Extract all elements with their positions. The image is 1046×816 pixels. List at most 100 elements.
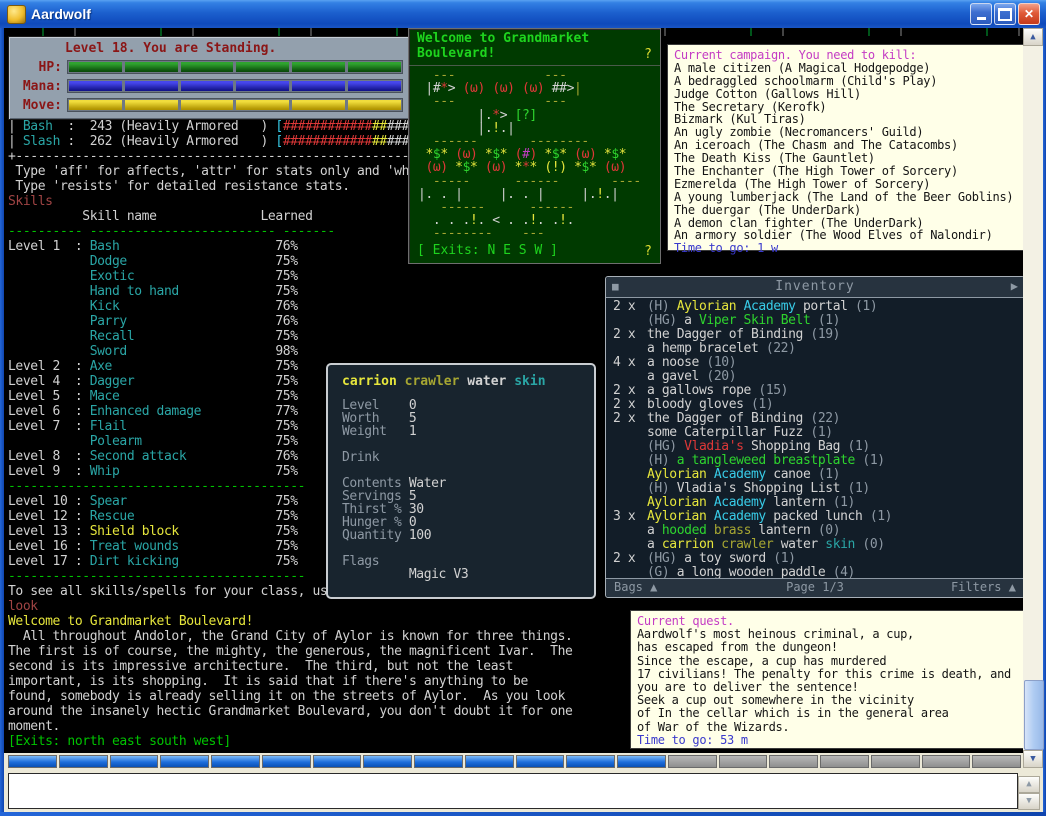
activity-segment <box>414 755 463 768</box>
quest-panel: Current quest.Aardwolf's most heinous cr… <box>630 610 1024 749</box>
inventory-item[interactable]: 2 xthe Dagger of Binding (19) <box>613 328 1020 342</box>
bar-label: Move: <box>9 98 67 113</box>
activity-strip <box>4 753 1023 771</box>
activity-segment <box>972 755 1021 768</box>
quest-timer: Time to go: 53 m <box>637 734 1017 747</box>
terminal-line: Parry 76% <box>8 314 572 329</box>
status-window[interactable]: Level 18. You are Standing. HP: Mana: Move… <box>8 36 410 120</box>
item-count <box>613 482 647 496</box>
output-scrollbar[interactable]: ▲ ▼ <box>1023 28 1043 768</box>
inventory-item[interactable]: a hooded brass lantern (0) <box>613 524 1020 538</box>
inventory-item[interactable]: (H) Vladia's Shopping List (1) <box>613 482 1020 496</box>
item-count: 2 x <box>613 398 647 412</box>
input-scroll-up-button[interactable]: ▲ <box>1018 776 1040 793</box>
item-count: 3 x <box>613 510 647 524</box>
inventory-window[interactable]: ■ Inventory ▶ 2 x(H) Aylorian Academy po… <box>605 276 1025 598</box>
item-stats: Level 0Worth 5Weight 1 Drink Contents Wa… <box>342 399 468 581</box>
item-count: 2 x <box>613 384 647 398</box>
terminal-line: moment. <box>8 719 572 734</box>
map-help-icon[interactable]: ? <box>644 47 652 62</box>
inventory-item[interactable]: 3 xAylorian Academy packed lunch (1) <box>613 510 1020 524</box>
inventory-item[interactable]: (HG) Vladia's Shopping Bag (1) <box>613 440 1020 454</box>
item-count <box>613 496 647 510</box>
item-count <box>613 342 647 356</box>
scroll-up-arrow[interactable]: ▲ <box>1023 28 1043 46</box>
inventory-item[interactable]: 2 xthe Dagger of Binding (22) <box>613 412 1020 426</box>
activity-segment <box>617 755 666 768</box>
activity-segment <box>110 755 159 768</box>
item-count <box>613 426 647 440</box>
inventory-item[interactable]: 2 x(HG) a toy sword (1) <box>613 552 1020 566</box>
scroll-down-arrow[interactable]: ▼ <box>1023 750 1043 768</box>
activity-bar[interactable] <box>8 755 1021 768</box>
item-stat-line: Weight 1 <box>342 425 468 438</box>
activity-segment <box>465 755 514 768</box>
title-bar[interactable]: Aardwolf ✕ <box>0 0 1046 28</box>
map-exits: [ Exits: N E S W ] <box>417 243 558 258</box>
terminal-line: Sword 98% <box>8 344 572 359</box>
item-count <box>613 524 647 538</box>
terminal-line: important, is its shopping. It is said t… <box>8 674 572 689</box>
item-stat-line: Quantity 100 <box>342 529 468 542</box>
move-bar: Move: <box>9 97 407 113</box>
inventory-item[interactable]: 2 x(H) Aylorian Academy portal (1) <box>613 300 1020 314</box>
activity-segment <box>769 755 818 768</box>
bags-button[interactable]: Bags ▲ <box>614 579 657 596</box>
hp-bar: HP: <box>9 59 407 75</box>
stop-icon[interactable]: ■ <box>612 277 619 296</box>
inventory-item[interactable]: (HG) a Viper Skin Belt (1) <box>613 314 1020 328</box>
activity-segment <box>871 755 920 768</box>
activity-segment <box>668 755 717 768</box>
scrollbar-thumb[interactable] <box>1024 680 1044 750</box>
item-count <box>613 440 647 454</box>
campaign-panel: Current campaign. You need to kill:A mal… <box>667 44 1024 251</box>
activity-segment <box>59 755 108 768</box>
inventory-item[interactable]: 2 xa gallows rope (15) <box>613 384 1020 398</box>
minimize-button[interactable] <box>970 3 992 25</box>
command-input[interactable] <box>8 773 1018 809</box>
terminal-line: Hand to hand 75% <box>8 284 572 299</box>
terminal-line: look <box>8 599 572 614</box>
activity-segment <box>566 755 615 768</box>
map-header[interactable]: Welcome to Grandmarket Boulevard! ? <box>409 29 660 66</box>
close-button[interactable]: ✕ <box>1018 3 1040 25</box>
maximize-button[interactable] <box>994 3 1016 25</box>
inventory-footer: Bags ▲ Page 1/3 Filters ▲ <box>606 578 1024 597</box>
inventory-item[interactable]: a gavel (20) <box>613 370 1020 384</box>
next-page-icon[interactable]: ▶ <box>1011 277 1018 296</box>
activity-segment <box>719 755 768 768</box>
inventory-header[interactable]: ■ Inventory ▶ <box>606 277 1024 298</box>
item-name: carrion crawler water skin <box>342 374 546 389</box>
input-scroll-down-button[interactable]: ▼ <box>1018 793 1040 810</box>
inventory-item[interactable]: 4 xa noose (10) <box>613 356 1020 370</box>
map-row: -------- --- <box>418 227 641 240</box>
campaign-timer: Time to go: 1 w <box>674 242 1017 255</box>
inventory-item[interactable]: Aylorian Academy canoe (1) <box>613 468 1020 482</box>
terminal-line: Exotic 75% <box>8 269 572 284</box>
item-count <box>613 454 647 468</box>
inventory-item[interactable]: Aylorian Academy lantern (1) <box>613 496 1020 510</box>
activity-segment <box>313 755 362 768</box>
terminal-line: around the insanely hectic Grandmarket B… <box>8 704 572 719</box>
activity-segment <box>8 755 57 768</box>
item-count <box>613 314 647 328</box>
status-title: Level 18. You are Standing. <box>65 41 276 56</box>
terminal-line: The first is of course, the mighty, the … <box>8 644 572 659</box>
mana-bar: Mana: <box>9 78 407 94</box>
item-stat-line: Drink <box>342 451 468 464</box>
map-window[interactable]: Welcome to Grandmarket Boulevard! ? --- … <box>408 28 661 264</box>
item-detail-popup[interactable]: carrion crawler water skin Level 0Worth … <box>326 363 596 599</box>
filters-button[interactable]: Filters ▲ <box>951 579 1016 596</box>
map-help-icon-bottom[interactable]: ? <box>644 244 652 259</box>
inventory-item[interactable]: a carrion crawler water skin (0) <box>613 538 1020 552</box>
window-title: Aardwolf <box>31 6 91 22</box>
map-room-name-line1: Welcome to Grandmarket <box>417 31 589 46</box>
inventory-item[interactable]: (H) a tangleweed breastplate (1) <box>613 454 1020 468</box>
inventory-item[interactable]: some Caterpillar Fuzz (1) <box>613 426 1020 440</box>
activity-segment <box>262 755 311 768</box>
activity-segment <box>922 755 971 768</box>
inventory-item[interactable]: a hemp bracelet (22) <box>613 342 1020 356</box>
terminal-line: Kick 76% <box>8 299 572 314</box>
inventory-item[interactable]: 2 xbloody gloves (1) <box>613 398 1020 412</box>
bar-label: HP: <box>9 60 67 75</box>
